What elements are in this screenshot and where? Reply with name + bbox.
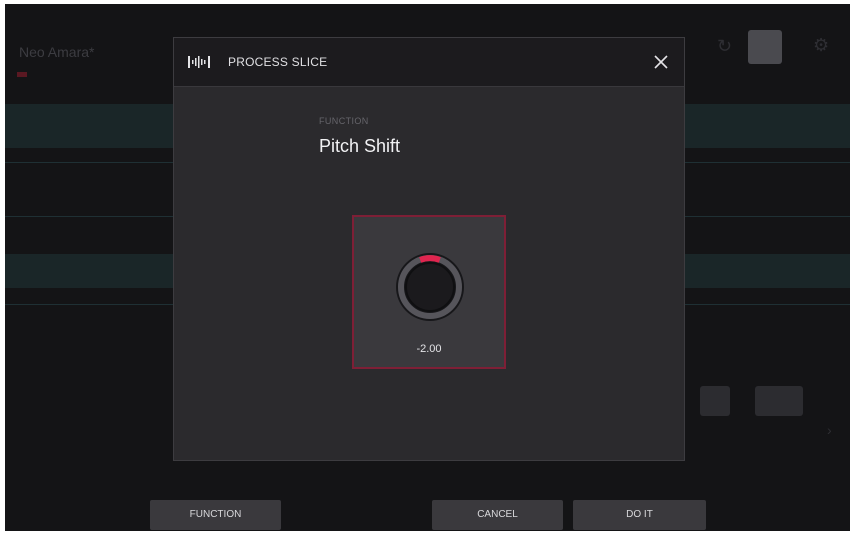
screen: Neo Amara* ↻ ⚙ › PROCESS SLICE FUNCTION … [5,4,850,531]
do-it-button[interactable]: DO IT [573,500,706,530]
close-icon[interactable] [653,54,669,70]
background-chevron-right-icon: › [827,422,832,438]
background-button [755,386,803,416]
function-label: FUNCTION [319,116,369,126]
process-slice-dialog: PROCESS SLICE FUNCTION Pitch Shift -2.00 [173,37,685,461]
dialog-header: PROCESS SLICE [174,38,684,87]
background-button [700,386,730,416]
background-refresh-icon: ↻ [717,36,733,56]
function-button[interactable]: FUNCTION [150,500,281,530]
function-value[interactable]: Pitch Shift [319,136,400,157]
background-tool-button [748,30,782,64]
pitch-shift-knob-panel[interactable]: -2.00 [352,215,506,369]
knob-value: -2.00 [416,343,442,355]
pitch-knob[interactable] [390,247,470,327]
cancel-button[interactable]: CANCEL [432,500,563,530]
waveform-icon [188,56,210,68]
background-record-indicator [17,72,27,77]
background-gear-icon: ⚙ [813,35,830,55]
dialog-title: PROCESS SLICE [228,55,328,69]
background-project-title: Neo Amara* [19,44,95,60]
